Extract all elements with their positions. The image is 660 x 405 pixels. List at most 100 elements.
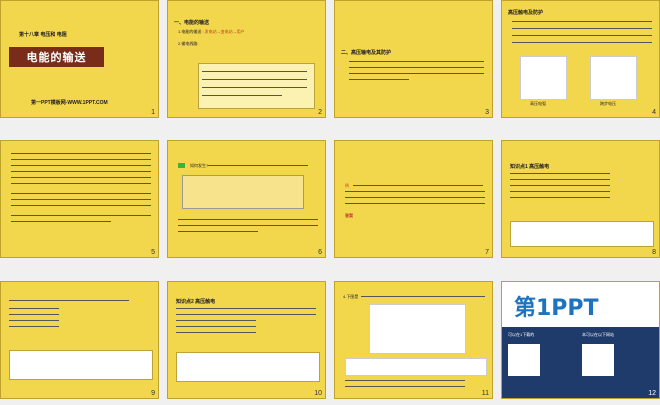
- text-line: [345, 386, 465, 387]
- slide-4-figure-left: [520, 56, 567, 100]
- text-line: [202, 87, 307, 88]
- green-marker: [178, 163, 185, 168]
- text-line: [345, 197, 485, 198]
- slide-8-heading: 知识点1 高压触电: [510, 164, 550, 170]
- qr-code: [508, 344, 540, 376]
- text-line: [349, 73, 484, 74]
- slide-2-line1: 1.电能的输送 : 发电站→变电站→用户: [178, 29, 245, 34]
- slide-number: 3: [485, 109, 489, 116]
- text-line: [178, 219, 318, 220]
- slide-thumbnail-11[interactable]: 4.下图是 11: [334, 281, 493, 399]
- text-line: [9, 320, 59, 321]
- slide-thumbnail-7[interactable]: 例 答案 7: [334, 140, 493, 258]
- text-line: [11, 199, 151, 200]
- slide-10-answer-box: [176, 352, 320, 382]
- text-line: [9, 300, 129, 301]
- slide-11-illustration: [369, 304, 466, 354]
- slide-1-subtitle: 第一PPT模板网-WWW.1PPT.COM: [31, 100, 108, 106]
- promo-text-right: 本可以在以下网站: [582, 332, 614, 337]
- text-line: [345, 380, 465, 381]
- slide-10-heading: 知识点2 高压触电: [176, 299, 216, 305]
- slide-thumbnail-4[interactable]: 高压触电及防护 高压电弧 跨步电压 4: [501, 0, 660, 118]
- figure-label: 高压电弧: [530, 101, 546, 106]
- slide-number: 2: [318, 109, 322, 116]
- slide-thumbnail-6[interactable]: 如何发生? 6: [167, 140, 326, 258]
- text-line: [11, 171, 151, 172]
- text-line: [510, 191, 610, 192]
- slide-7-answer-key: 答案: [345, 213, 353, 218]
- text-line: [11, 193, 151, 194]
- slide-6-illustration: [182, 175, 304, 209]
- slide-number: 6: [318, 249, 322, 256]
- slide-thumbnail-9[interactable]: 9: [0, 281, 159, 399]
- text-line: [9, 308, 59, 309]
- text-line: [11, 153, 151, 154]
- slide-number: 11: [481, 390, 489, 397]
- text-line: [361, 296, 485, 297]
- text-line: [9, 314, 59, 315]
- slide-number: 1: [151, 109, 155, 116]
- text-line: [353, 185, 483, 186]
- text-line: [11, 177, 151, 178]
- slide-8-answer-box: [510, 221, 654, 247]
- text-line: [176, 332, 256, 333]
- text-line: [510, 197, 610, 198]
- text-line: [512, 28, 652, 29]
- text-line: [11, 159, 151, 160]
- slide-2-textbox: [198, 63, 315, 109]
- text-line: [349, 67, 484, 68]
- text-line: [512, 21, 652, 22]
- text-line: [11, 205, 151, 206]
- text-line: [202, 79, 307, 80]
- text-line: [512, 35, 652, 36]
- text-line: [11, 183, 151, 184]
- text-line: [349, 79, 409, 80]
- text-line: [510, 173, 610, 174]
- slide-4-heading: 高压触电及防护: [508, 10, 544, 16]
- text-line: [176, 314, 316, 315]
- text-line: [202, 95, 282, 96]
- slide-11-caption: 4.下图是: [343, 294, 359, 299]
- text-line: [9, 326, 59, 327]
- text-line: [208, 165, 308, 166]
- slide-thumbnail-3[interactable]: 二、高压输电及其防护 3: [334, 0, 493, 118]
- text-line: [345, 191, 485, 192]
- slide-thumbnail-12[interactable]: 第1PPT 可以在1下载的 本可以在以下网站 12: [501, 281, 660, 399]
- text-line: [11, 221, 111, 222]
- slide-9-answer-box: [9, 350, 153, 380]
- slide-number: 10: [314, 390, 322, 397]
- slide-1-chapter: 第十八章 电压和 电阻: [19, 32, 67, 38]
- text-line: [345, 203, 485, 204]
- slide-number: 8: [652, 249, 656, 256]
- slide-2-heading: 一、电能的输送: [174, 20, 210, 26]
- slide-thumbnail-8[interactable]: 知识点1 高压触电 8: [501, 140, 660, 258]
- slide-number: 12: [648, 390, 656, 397]
- slide-thumbnail-1[interactable]: 第十八章 电压和 电阻 电能的输送 第一PPT模板网-WWW.1PPT.COM …: [0, 0, 159, 118]
- slide-thumbnail-2[interactable]: 一、电能的输送 1.电能的输送 : 发电站→变电站→用户 2.输电线路: 2: [167, 0, 326, 118]
- brand-logo: 第1PPT: [514, 296, 599, 321]
- slide-4-figure-right: [590, 56, 637, 100]
- text-line: [510, 179, 610, 180]
- slide-2-line2: 2.输电线路:: [178, 41, 199, 46]
- text-line: [176, 326, 256, 327]
- figure-label: 跨步电压: [600, 101, 616, 106]
- text-line: [202, 71, 307, 72]
- text-line: [512, 42, 652, 43]
- slide-number: 4: [652, 109, 656, 116]
- promo-text-left: 可以在1下载的: [508, 332, 535, 337]
- text-line: [11, 215, 151, 216]
- slide-3-heading: 二、高压输电及其防护: [341, 50, 392, 56]
- slide-1-title: 电能的输送: [9, 47, 104, 67]
- text-line: [349, 61, 484, 62]
- text-line: [176, 320, 256, 321]
- slide-number: 7: [485, 249, 489, 256]
- slide-thumbnail-5[interactable]: 5: [0, 140, 159, 258]
- qr-code: [582, 344, 614, 376]
- slide-7-example-label: 例: [345, 183, 349, 188]
- slide-thumbnail-10[interactable]: 知识点2 高压触电 10: [167, 281, 326, 399]
- slide-6-question: 如何发生?: [190, 163, 209, 168]
- text-line: [178, 225, 318, 226]
- text-line: [11, 165, 151, 166]
- text-line: [176, 308, 316, 309]
- text-line: [178, 231, 258, 232]
